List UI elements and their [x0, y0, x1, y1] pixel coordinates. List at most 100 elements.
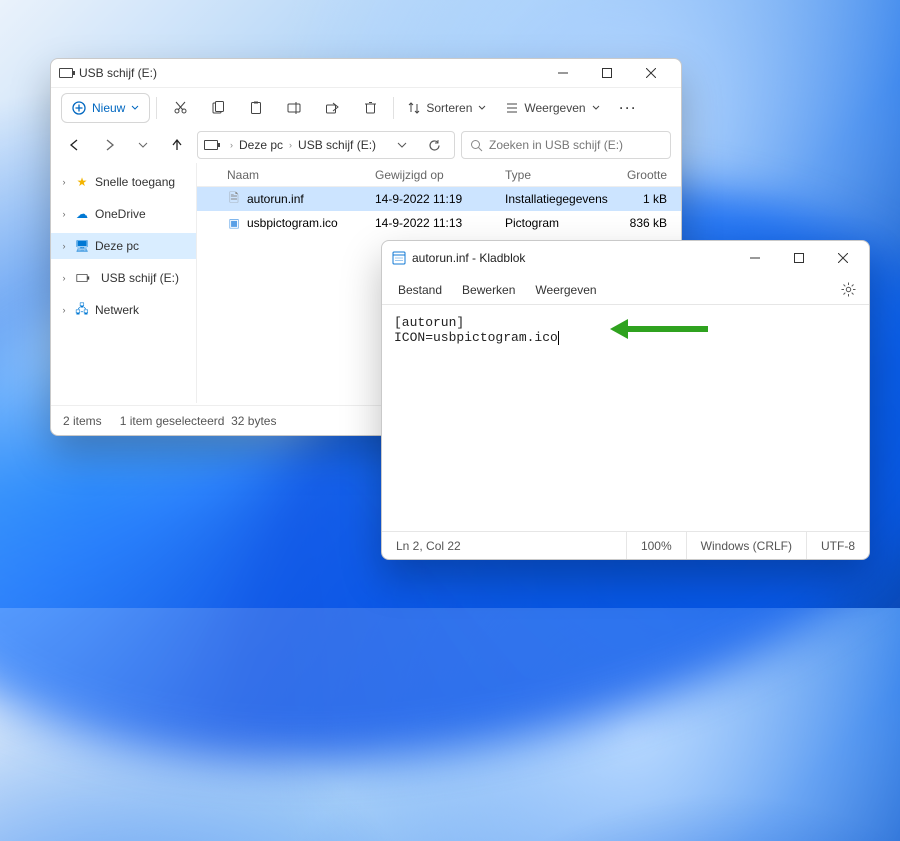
window-title: autorun.inf - Kladblok: [412, 251, 525, 265]
sidebar-item-label: Snelle toegang: [95, 175, 175, 189]
sidebar-item-label: USB schijf (E:): [101, 271, 179, 285]
sidebar-item-label: Deze pc: [95, 239, 139, 253]
maximize-button[interactable]: [777, 241, 821, 275]
chevron-down-icon: [592, 104, 600, 112]
star-icon: ★: [75, 175, 89, 189]
new-button-label: Nieuw: [92, 101, 125, 115]
chevron-right-icon: ›: [59, 241, 69, 251]
search-placeholder: Zoeken in USB schijf (E:): [489, 138, 623, 152]
close-button[interactable]: [629, 59, 673, 87]
column-size[interactable]: Grootte: [625, 168, 681, 182]
sidebar-item-onedrive[interactable]: ›☁OneDrive: [51, 201, 196, 227]
settings-button[interactable]: [833, 282, 863, 297]
chevron-down-icon: [131, 104, 139, 112]
plus-circle-icon: [72, 101, 86, 115]
forward-button[interactable]: [95, 131, 123, 159]
copy-button[interactable]: [201, 93, 235, 123]
close-button[interactable]: [821, 241, 865, 275]
sidebar-item-network[interactable]: ›🖧Netwerk: [51, 297, 196, 323]
share-icon: [325, 101, 339, 115]
notepad-icon: [392, 251, 406, 265]
arrow-left-icon: [68, 138, 82, 152]
minimize-button[interactable]: [541, 59, 585, 87]
column-name[interactable]: Naam: [227, 168, 375, 182]
menu-file[interactable]: Bestand: [388, 279, 452, 301]
search-icon: [470, 139, 483, 152]
recent-button[interactable]: [129, 131, 157, 159]
chevron-down-icon: [478, 104, 486, 112]
copy-icon: [211, 101, 225, 115]
column-date[interactable]: Gewijzigd op: [375, 168, 505, 182]
sort-label: Sorteren: [426, 101, 472, 115]
address-bar[interactable]: › Deze pc › USB schijf (E:): [197, 131, 455, 159]
breadcrumb-root[interactable]: Deze pc: [239, 138, 283, 152]
usb-drive-icon: [59, 68, 73, 78]
paste-button[interactable]: [239, 93, 273, 123]
cloud-icon: ☁: [75, 207, 89, 221]
chevron-right-icon: ›: [59, 273, 69, 283]
maximize-button[interactable]: [585, 59, 629, 87]
notepad-statusbar: Ln 2, Col 22 100% Windows (CRLF) UTF-8: [382, 531, 869, 559]
explorer-titlebar[interactable]: USB schijf (E:): [51, 59, 681, 87]
chevron-right-icon: ›: [289, 140, 292, 150]
menu-view[interactable]: Weergeven: [525, 279, 606, 301]
notepad-menu: Bestand Bewerken Weergeven: [382, 275, 869, 305]
arrow-right-icon: [102, 138, 116, 152]
sidebar-item-usb-drive[interactable]: › USB schijf (E:): [51, 265, 196, 291]
sidebar-item-label: Netwerk: [95, 303, 139, 317]
file-name: usbpictogram.ico: [247, 216, 338, 230]
image-icon: ▣: [227, 216, 241, 230]
text-cursor: [558, 331, 559, 345]
status-position: Ln 2, Col 22: [382, 532, 626, 559]
file-type: Pictogram: [505, 216, 625, 230]
address-dropdown[interactable]: [388, 131, 416, 159]
view-button[interactable]: Weergeven: [498, 93, 607, 123]
delete-button[interactable]: [353, 93, 387, 123]
chevron-right-icon: ›: [230, 140, 233, 150]
scissors-icon: [173, 100, 188, 115]
refresh-button[interactable]: [420, 131, 448, 159]
gear-icon: [841, 282, 856, 297]
sidebar-item-this-pc[interactable]: ›🖥Deze pc: [51, 233, 196, 259]
file-size: 1 kB: [625, 192, 681, 206]
notepad-titlebar[interactable]: autorun.inf - Kladblok: [382, 241, 869, 275]
arrow-up-icon: [170, 138, 184, 152]
status-eol: Windows (CRLF): [686, 532, 806, 559]
new-button[interactable]: Nieuw: [61, 93, 150, 123]
up-button[interactable]: [163, 131, 191, 159]
trash-icon: [364, 101, 377, 115]
sort-icon: [408, 102, 420, 114]
column-headers: Naam Gewijzigd op Type Grootte: [197, 163, 681, 187]
cut-button[interactable]: [163, 93, 197, 123]
rename-icon: [287, 101, 302, 115]
menu-edit[interactable]: Bewerken: [452, 279, 525, 301]
status-zoom: 100%: [626, 532, 686, 559]
notepad-editor[interactable]: [autorun] ICON=usbpictogram.ico: [382, 305, 869, 529]
annotation-arrow: [610, 319, 708, 339]
file-row[interactable]: ▣ usbpictogram.ico 14-9-2022 11:13 Pictog…: [197, 211, 681, 235]
share-button[interactable]: [315, 93, 349, 123]
explorer-toolbar: Nieuw Sorteren Weergeven ···: [51, 87, 681, 127]
more-button[interactable]: ···: [612, 93, 646, 123]
breadcrumb-current[interactable]: USB schijf (E:): [298, 138, 376, 152]
search-box[interactable]: Zoeken in USB schijf (E:): [461, 131, 671, 159]
status-encoding: UTF-8: [806, 532, 869, 559]
view-label: Weergeven: [524, 101, 585, 115]
usb-drive-icon: [76, 274, 87, 282]
file-date: 14-9-2022 11:19: [375, 192, 505, 206]
chevron-right-icon: ›: [59, 305, 69, 315]
file-name: autorun.inf: [247, 192, 304, 206]
usb-drive-icon: [204, 140, 218, 150]
back-button[interactable]: [61, 131, 89, 159]
notepad-window: autorun.inf - Kladblok Bestand Bewerken …: [381, 240, 870, 560]
chevron-down-icon: [397, 140, 407, 150]
status-selection: 1 item geselecteerd: [120, 414, 225, 428]
rename-button[interactable]: [277, 93, 311, 123]
sort-button[interactable]: Sorteren: [400, 93, 494, 123]
status-bytes: 32 bytes: [231, 414, 276, 428]
file-row[interactable]: 🗎autorun.inf 14-9-2022 11:19 Installatie…: [197, 187, 681, 211]
column-type[interactable]: Type: [505, 168, 625, 182]
minimize-button[interactable]: [733, 241, 777, 275]
file-date: 14-9-2022 11:13: [375, 216, 505, 230]
sidebar-item-quick-access[interactable]: ›★Snelle toegang: [51, 169, 196, 195]
